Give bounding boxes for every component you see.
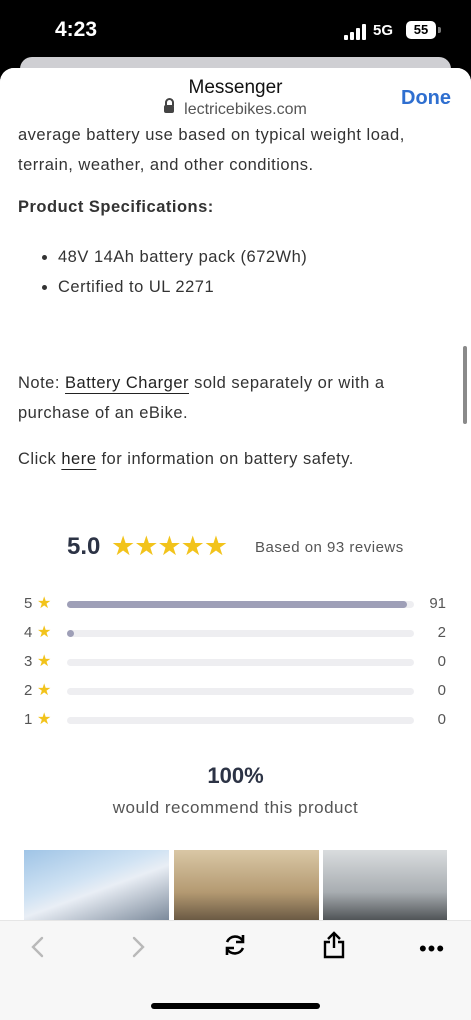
specs-list: 48V 14Ah battery pack (672Wh) Certified … <box>18 242 307 302</box>
review-photo[interactable] <box>174 850 319 920</box>
browser-toolbar: ••• <box>0 920 471 1020</box>
status-bar: 4:23 5G 55 <box>0 0 471 62</box>
done-button[interactable]: Done <box>401 87 451 110</box>
webview-sheet: average battery use based on typical wei… <box>0 68 471 1020</box>
review-photo-strip <box>0 850 471 920</box>
histogram-fill <box>67 630 74 637</box>
network-label: 5G <box>373 22 394 39</box>
histogram-count: 2 <box>437 624 446 641</box>
histogram-star-label: 3 <box>24 653 33 670</box>
star-icon: ★ <box>37 653 52 670</box>
home-indicator[interactable] <box>151 1003 320 1009</box>
histogram-star-label: 5 <box>24 595 33 612</box>
review-photo[interactable] <box>24 850 169 920</box>
battery-tip <box>438 27 441 33</box>
sheet-header: Messenger lectricebikes.com Done <box>0 68 471 126</box>
histogram-count: 0 <box>437 682 446 699</box>
histogram-row[interactable]: 2 ★ 0 <box>0 680 471 704</box>
spec-item: Certified to UL 2271 <box>58 272 307 302</box>
recommend-text: would recommend this product <box>112 798 359 817</box>
histogram-row[interactable]: 3 ★ 0 <box>0 651 471 675</box>
histogram-count: 91 <box>429 595 446 612</box>
battery-use-paragraph: average battery use based on typical wei… <box>18 120 458 180</box>
recommend-percent: 100% <box>207 763 264 788</box>
histogram-count: 0 <box>437 711 446 728</box>
histogram-row[interactable]: 4 ★ 2 <box>0 622 471 646</box>
star-icon: ★ <box>37 711 52 728</box>
histogram-fill <box>67 601 408 608</box>
histogram-track <box>67 659 414 666</box>
average-rating: 5.0 <box>67 533 101 560</box>
paragraph-line-2: terrain, weather, and other conditions. <box>18 156 314 174</box>
histogram-track <box>67 688 414 695</box>
star-icon: ★ <box>37 595 52 612</box>
click-suffix: for information on battery safety. <box>96 450 354 468</box>
review-count: Based on 93 reviews <box>255 539 404 556</box>
note-prefix: Note: <box>18 374 66 392</box>
spec-item: 48V 14Ah battery pack (672Wh) <box>58 242 307 272</box>
note-paragraph: Note: Battery Charger sold separately or… <box>18 368 458 428</box>
rating-stars-icon: ★★★★★ <box>111 531 228 561</box>
domain-label: lectricebikes.com <box>184 101 307 118</box>
histogram-star-label: 2 <box>24 682 33 699</box>
star-icon: ★ <box>37 624 52 641</box>
status-time: 4:23 <box>55 18 98 41</box>
scrollbar[interactable] <box>463 346 467 424</box>
rating-summary: 5.0 ★★★★★ Based on 93 reviews <box>0 531 471 567</box>
star-icon: ★ <box>37 682 52 699</box>
histogram-track <box>67 630 414 637</box>
histogram-row[interactable]: 5 ★ 91 <box>0 593 471 617</box>
lock-icon <box>164 97 175 113</box>
share-icon[interactable] <box>314 931 354 967</box>
histogram-track <box>67 717 414 724</box>
review-photo[interactable] <box>323 850 447 920</box>
battery-safety-link[interactable]: here <box>61 450 96 468</box>
histogram-star-label: 4 <box>24 624 33 641</box>
histogram-count: 0 <box>437 653 446 670</box>
histogram-star-label: 1 <box>24 711 33 728</box>
more-dots-icon[interactable]: ••• <box>412 931 452 967</box>
safety-paragraph: Click here for information on battery sa… <box>18 444 458 474</box>
battery-icon: 55 <box>406 21 436 39</box>
signal-icon <box>344 24 366 40</box>
histogram-row[interactable]: 1 ★ 0 <box>0 709 471 733</box>
specs-title: Product Specifications: <box>18 198 214 216</box>
battery-charger-link[interactable]: Battery Charger <box>65 374 189 392</box>
click-prefix: Click <box>18 450 62 468</box>
chevron-left-icon[interactable] <box>18 931 58 967</box>
histogram-track <box>67 601 414 608</box>
reload-icon[interactable] <box>215 931 255 967</box>
chevron-right-icon[interactable] <box>118 931 158 967</box>
